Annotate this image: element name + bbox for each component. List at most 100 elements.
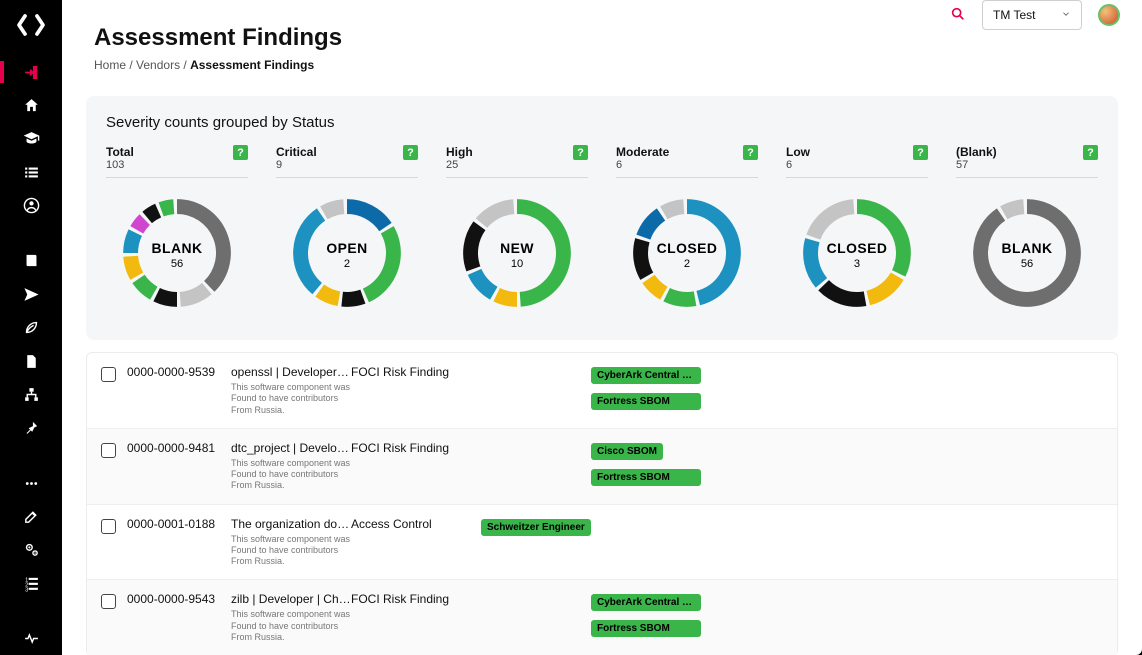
- severity-card: Critical 9 ? OPEN 2: [276, 145, 418, 318]
- sidebar-item-book[interactable]: [0, 244, 62, 277]
- sidebar-item-edit[interactable]: [0, 500, 62, 533]
- tag[interactable]: Schweitzer Engineer: [481, 519, 591, 536]
- finding-row: 0000-0001-0188 The organization does... …: [87, 505, 1117, 581]
- search-icon[interactable]: [950, 6, 966, 25]
- panel-title: Severity counts grouped by Status: [106, 114, 1098, 131]
- help-icon[interactable]: ?: [913, 145, 928, 160]
- finding-category: Access Control: [351, 517, 481, 531]
- crumb-vendors[interactable]: Vendors: [136, 58, 180, 72]
- finding-category: FOCI Risk Finding: [351, 592, 481, 606]
- help-icon[interactable]: ?: [743, 145, 758, 160]
- svg-text:CLOSED: CLOSED: [827, 240, 888, 256]
- finding-category: FOCI Risk Finding: [351, 365, 481, 379]
- card-label: Moderate: [616, 145, 669, 159]
- sidebar-item-home[interactable]: [0, 89, 62, 122]
- crumb-home[interactable]: Home: [94, 58, 126, 72]
- severity-cards: Total 103 ? BLANK 56 Critical 9 ? OPEN 2…: [106, 145, 1098, 318]
- sidebar-item-more[interactable]: [0, 466, 62, 499]
- svg-text:56: 56: [1021, 258, 1033, 270]
- finding-sub: This software component wasFound to have…: [231, 458, 351, 492]
- row-checkbox[interactable]: [101, 367, 116, 382]
- card-count: 6: [616, 159, 669, 171]
- row-checkbox[interactable]: [101, 519, 116, 534]
- tag[interactable]: Fortress SBOM: [591, 469, 701, 486]
- main: TM Test Assessment Findings Home / Vendo…: [62, 0, 1142, 655]
- card-label: Low: [786, 145, 810, 159]
- finding-title: dtc_project | Develope...: [231, 441, 351, 455]
- avatar[interactable]: [1098, 4, 1120, 26]
- finding-tags-right: Cisco SBOM Fortress SBOM: [591, 441, 1103, 488]
- sidebar-item-send[interactable]: [0, 278, 62, 311]
- finding-id: 0000-0000-9539: [127, 365, 231, 379]
- donut-chart: BLANK 56: [106, 188, 248, 318]
- finding-tags-right: CyberArk Central Po... Fortress SBOM: [591, 365, 1103, 412]
- donut-chart: OPEN 2: [276, 188, 418, 318]
- svg-text:56: 56: [171, 258, 183, 270]
- tag[interactable]: Fortress SBOM: [591, 393, 701, 410]
- help-icon[interactable]: ?: [573, 145, 588, 160]
- finding-row: 0000-0000-9481 dtc_project | Develope...…: [87, 429, 1117, 505]
- sidebar-item-login[interactable]: [0, 55, 62, 88]
- severity-card: Total 103 ? BLANK 56: [106, 145, 248, 318]
- page-title: Assessment Findings: [94, 24, 1110, 52]
- finding-tags-left: Schweitzer Engineer: [481, 517, 591, 541]
- finding-sub: This software component wasFound to have…: [231, 382, 351, 416]
- finding-title: zilb | Developer | China: [231, 592, 351, 606]
- finding-sub: This software component wasFound to have…: [231, 534, 351, 568]
- finding-title: openssl | Developer | ...: [231, 365, 351, 379]
- finding-category: FOCI Risk Finding: [351, 441, 481, 455]
- donut-chart: CLOSED 3: [786, 188, 928, 318]
- sidebar-item-leaf[interactable]: [0, 311, 62, 344]
- row-checkbox[interactable]: [101, 594, 116, 609]
- chevron-down-icon: [1061, 8, 1071, 22]
- severity-card: High 25 ? NEW 10: [446, 145, 588, 318]
- card-count: 57: [956, 159, 997, 171]
- finding-id: 0000-0000-9481: [127, 441, 231, 455]
- card-count: 9: [276, 159, 317, 171]
- severity-card: Moderate 6 ? CLOSED 2: [616, 145, 758, 318]
- sidebar-item-tasks[interactable]: 123: [0, 567, 62, 600]
- help-icon[interactable]: ?: [403, 145, 418, 160]
- help-icon[interactable]: ?: [233, 145, 248, 160]
- svg-text:BLANK: BLANK: [152, 240, 203, 256]
- finding-id: 0000-0001-0188: [127, 517, 231, 531]
- logo: [14, 8, 48, 41]
- card-count: 25: [446, 159, 473, 171]
- svg-text:2: 2: [344, 258, 350, 270]
- tag[interactable]: CyberArk Central Po...: [591, 367, 701, 384]
- severity-card: (Blank) 57 ? BLANK 56: [956, 145, 1098, 318]
- breadcrumb: Home / Vendors / Assessment Findings: [94, 58, 1110, 72]
- sidebar-item-account[interactable]: [0, 189, 62, 222]
- crumb-current: Assessment Findings: [190, 58, 314, 72]
- svg-text:3: 3: [854, 258, 860, 270]
- row-checkbox[interactable]: [101, 443, 116, 458]
- donut-chart: NEW 10: [446, 188, 588, 318]
- finding-id: 0000-0000-9543: [127, 592, 231, 606]
- tag[interactable]: Fortress SBOM: [591, 620, 701, 637]
- card-label: (Blank): [956, 145, 997, 159]
- tag[interactable]: CyberArk Central Po...: [591, 594, 701, 611]
- svg-text:10: 10: [511, 258, 523, 270]
- sidebar-item-sitemap[interactable]: [0, 378, 62, 411]
- finding-tags-right: CyberArk Central Po... Fortress SBOM: [591, 592, 1103, 639]
- donut-chart: CLOSED 2: [616, 188, 758, 318]
- sidebar-item-education[interactable]: [0, 122, 62, 155]
- sidebar-item-settings[interactable]: [0, 533, 62, 566]
- help-icon[interactable]: ?: [1083, 145, 1098, 160]
- svg-text:NEW: NEW: [500, 240, 534, 256]
- finding-row: 0000-0000-9539 openssl | Developer | ...…: [87, 353, 1117, 429]
- sidebar: 123: [0, 0, 62, 655]
- svg-text:BLANK: BLANK: [1002, 240, 1053, 256]
- sidebar-item-file[interactable]: [0, 344, 62, 377]
- tag[interactable]: Cisco SBOM: [591, 443, 663, 460]
- finding-sub: This software component wasFound to have…: [231, 609, 351, 643]
- svg-text:2: 2: [684, 258, 690, 270]
- sidebar-item-list[interactable]: [0, 156, 62, 189]
- sidebar-item-health[interactable]: [0, 622, 62, 655]
- donut-chart: BLANK 56: [956, 188, 1098, 318]
- sidebar-item-pin[interactable]: [0, 411, 62, 444]
- severity-card: Low 6 ? CLOSED 3: [786, 145, 928, 318]
- finding-title: The organization does...: [231, 517, 351, 531]
- findings-list: 0000-0000-9539 openssl | Developer | ...…: [86, 352, 1118, 655]
- card-count: 6: [786, 159, 810, 171]
